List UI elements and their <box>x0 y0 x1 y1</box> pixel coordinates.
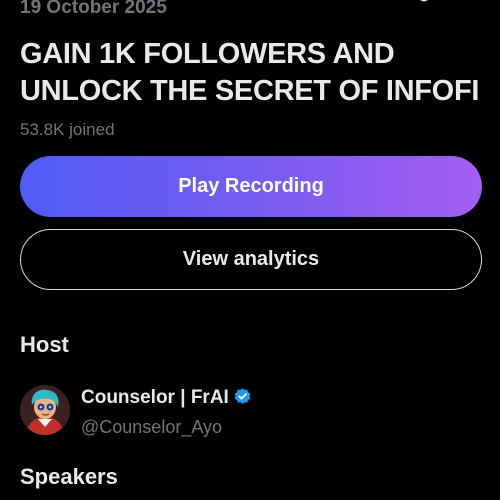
host-row[interactable]: Counselor | FrAI @Counselor_Ayo <box>20 383 480 439</box>
space-title: GAIN 1K FOLLOWERS AND UNLOCK THE SECRET … <box>20 38 480 107</box>
host-name[interactable]: Counselor | FrAI <box>81 386 252 410</box>
host-heading: Host <box>20 332 69 357</box>
avatar[interactable] <box>20 385 70 435</box>
view-analytics-label: View analytics <box>182 248 320 270</box>
share-icon[interactable] <box>400 0 434 16</box>
avatar-illustration <box>20 385 70 435</box>
host-handle[interactable]: @Counselor_Ayo <box>81 416 222 438</box>
host-name-text: Counselor | FrAI <box>81 387 229 408</box>
play-recording-button[interactable]: Play Recording <box>20 156 482 217</box>
verified-badge-icon <box>234 388 251 405</box>
speakers-heading: Speakers <box>20 464 118 489</box>
joined-count: 53.8K joined <box>20 120 115 139</box>
space-date: 19 October 2025 <box>20 0 167 18</box>
play-recording-label: Play Recording <box>178 175 324 197</box>
view-analytics-button[interactable]: View analytics <box>20 229 482 290</box>
